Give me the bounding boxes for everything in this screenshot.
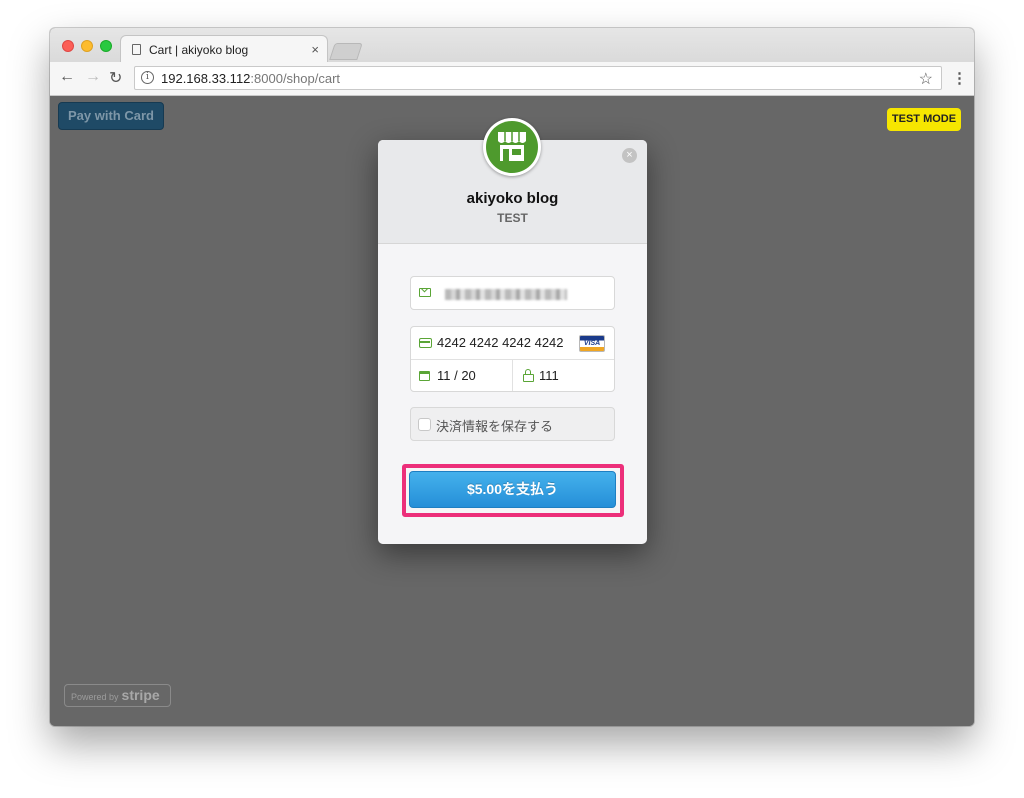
card-icon [419, 338, 432, 348]
tab-close-icon[interactable]: × [311, 42, 319, 57]
document-icon [132, 44, 141, 55]
calendar-icon [419, 371, 430, 381]
browser-toolbar: ← → ↻ i 192.168.33.112:8000/shop/cart ☆ … [50, 62, 974, 96]
pay-button[interactable]: $5.00を支払う [409, 471, 616, 508]
powered-by-stripe-link[interactable]: Powered by stripe [64, 684, 171, 707]
stripe-wordmark: stripe [121, 687, 160, 703]
visa-logo: VISA [579, 335, 605, 352]
address-bar[interactable]: i 192.168.33.112:8000/shop/cart ☆ [134, 66, 942, 90]
email-value-redacted [445, 289, 567, 300]
mode-label: TEST [497, 211, 528, 225]
forward-arrow-icon[interactable]: → [85, 68, 101, 86]
zoom-window-button[interactable] [100, 40, 112, 52]
shop-logo [483, 118, 541, 176]
cvc-value: 111 [539, 368, 559, 383]
store-icon [486, 121, 538, 173]
expiry-field[interactable]: 11 / 20 [411, 360, 513, 391]
cvc-field[interactable]: 111 [513, 360, 614, 391]
expiry-value: 11 / 20 [437, 368, 476, 383]
remember-label: 決済情報を保存する [436, 419, 554, 434]
url-path: :8000/shop/cart [250, 71, 341, 86]
url-text: 192.168.33.112:8000/shop/cart [161, 71, 340, 86]
checkout-header: × akiyoko blog TEST [378, 118, 647, 244]
new-tab-button[interactable] [329, 43, 363, 60]
checkout-dialog: × akiyoko blog TEST 4242 4242 4242 4242 … [378, 118, 647, 544]
remember-checkbox[interactable] [418, 418, 431, 431]
title-bar: Cart | akiyoko blog × [50, 28, 974, 64]
close-window-button[interactable] [62, 40, 74, 52]
page-overlay: Pay with Card TEST MODE Powered by stripe [50, 96, 974, 726]
browser-tab[interactable]: Cart | akiyoko blog × [120, 35, 328, 64]
shop-name: akiyoko blog [466, 190, 559, 207]
tab-title: Cart | akiyoko blog [149, 43, 249, 57]
browser-window: Cart | akiyoko blog × ← → ↻ i 192.168.33… [50, 28, 974, 726]
info-icon[interactable]: i [141, 71, 154, 84]
test-mode-badge: TEST MODE [887, 108, 961, 131]
star-icon[interactable]: ☆ [919, 69, 933, 89]
card-details-group: 4242 4242 4242 4242 VISA 11 / 20 111 [410, 326, 615, 392]
close-icon[interactable]: × [622, 148, 637, 163]
powered-by-label: Powered by [71, 692, 119, 702]
back-arrow-icon[interactable]: ← [59, 68, 75, 86]
mail-icon [419, 288, 431, 297]
minimize-window-button[interactable] [81, 40, 93, 52]
remember-me-row[interactable]: 決済情報を保存する [410, 407, 615, 441]
reload-icon[interactable]: ↻ [109, 68, 122, 88]
card-number-value: 4242 4242 4242 4242 [437, 335, 564, 350]
url-host: 192.168.33.112 [161, 71, 251, 86]
lock-icon [523, 369, 534, 382]
pay-with-card-button[interactable]: Pay with Card [58, 102, 164, 130]
menu-icon[interactable]: ⋮ [952, 69, 967, 87]
email-field[interactable] [410, 276, 615, 310]
card-number-field[interactable]: 4242 4242 4242 4242 VISA [411, 327, 614, 360]
